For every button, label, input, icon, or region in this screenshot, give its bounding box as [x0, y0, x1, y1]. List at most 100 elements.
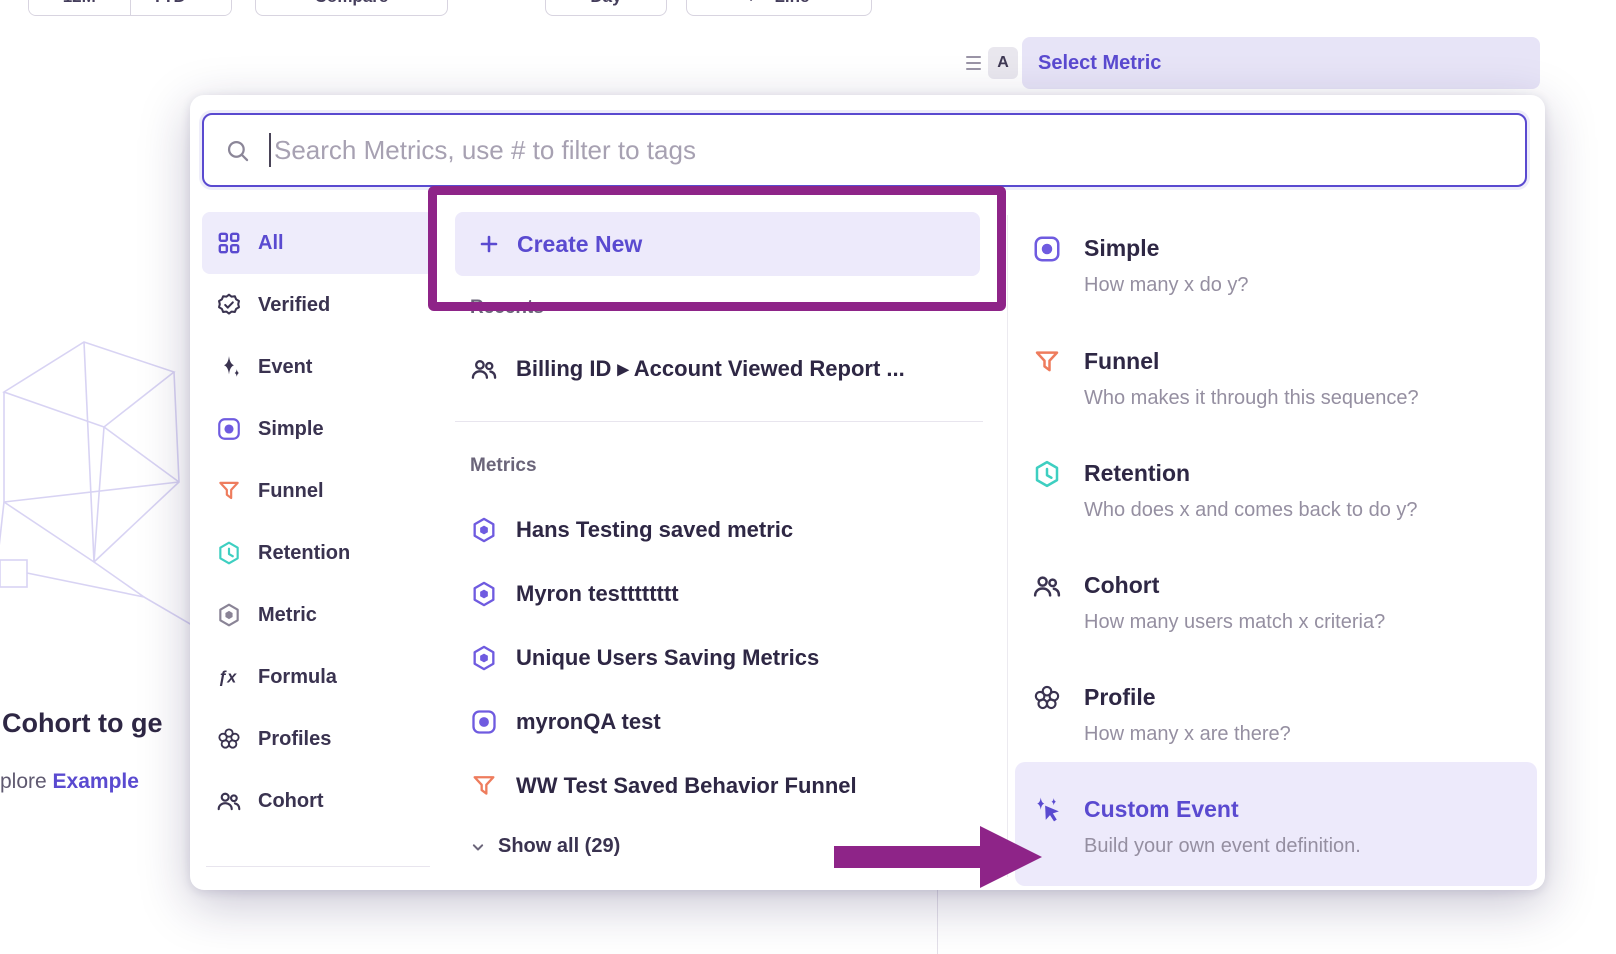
- range-ytd-button[interactable]: YTD: [130, 0, 232, 15]
- sidebar-item-funnel[interactable]: Funnel: [202, 460, 434, 522]
- cohort-people-icon: [216, 788, 242, 814]
- compare-button[interactable]: Compare: [255, 0, 448, 16]
- metric-type-cohort[interactable]: Cohort How many users match x criteria?: [1032, 570, 1532, 634]
- annotation-arrow-icon: [834, 821, 1046, 893]
- retention-icon: [216, 540, 242, 566]
- sidebar-item-verified[interactable]: Verified: [202, 274, 434, 336]
- sidebar-item-event[interactable]: Event: [202, 336, 434, 398]
- metric-type-title: Retention: [1084, 458, 1418, 488]
- sidebar-item-label: Cohort: [258, 790, 324, 813]
- list-item[interactable]: Hans Testing saved metric: [455, 498, 995, 562]
- chart-type-line-label: Line: [775, 0, 810, 7]
- sidebar-item-simple[interactable]: Simple: [202, 398, 434, 460]
- sidebar-item-retention[interactable]: Retention: [202, 522, 434, 584]
- sidebar-item-label: Verified: [258, 294, 330, 317]
- simple-metric-icon: [470, 708, 498, 736]
- sidebar-item-label: Simple: [258, 418, 324, 441]
- interval-day-button[interactable]: Day: [545, 0, 667, 16]
- select-metric-field[interactable]: Select Metric: [1022, 37, 1540, 89]
- sidebar-item-label: All: [258, 232, 284, 255]
- metric-type-funnel[interactable]: Funnel Who makes it through this sequenc…: [1032, 346, 1532, 410]
- list-item[interactable]: Unique Users Saving Metrics: [455, 626, 995, 690]
- sidebar-item-cut-off[interactable]: [202, 875, 434, 890]
- profiles-flower-icon: [1032, 683, 1062, 713]
- column-divider: [1007, 215, 1008, 877]
- list-item-label: Myron testttttttt: [516, 581, 679, 607]
- metric-type-subtitle: Who does x and comes back to do y?: [1084, 499, 1418, 522]
- recent-item[interactable]: Billing ID ▸ Account Viewed Report ...: [470, 345, 905, 393]
- metric-type-subtitle: How many x do y?: [1084, 274, 1249, 297]
- search-placeholder: Search Metrics, use # to filter to tags: [274, 135, 696, 166]
- list-item[interactable]: WW Test Saved Behavior Funnel: [455, 754, 995, 818]
- saved-metrics-list: Hans Testing saved metric Myron testtttt…: [455, 498, 995, 818]
- list-item-label: myronQA test: [516, 709, 661, 735]
- explore-prefix: plore: [0, 770, 53, 793]
- cohort-people-icon: [470, 355, 498, 383]
- profiles-flower-icon: [216, 726, 242, 752]
- metric-type-title: Cohort: [1084, 570, 1385, 600]
- panel-divider: [937, 888, 938, 954]
- metric-hexagon-icon: [470, 580, 498, 608]
- funnel-icon: [470, 772, 498, 800]
- drag-handle-icon[interactable]: [966, 56, 981, 74]
- explore-line: plore Example: [0, 770, 139, 794]
- example-reports-link[interactable]: Example: [53, 770, 139, 793]
- show-all-button[interactable]: Show all (29): [468, 835, 620, 858]
- metrics-heading: Metrics: [470, 455, 537, 477]
- metric-type-title: Profile: [1084, 682, 1291, 712]
- sidebar-item-profiles[interactable]: Profiles: [202, 708, 434, 770]
- metric-type-simple[interactable]: Simple How many x do y?: [1032, 233, 1532, 297]
- sidebar-divider: [206, 866, 430, 867]
- metric-hexagon-icon: [470, 644, 498, 672]
- range-ytd-label: YTD: [152, 0, 186, 7]
- list-item-label: WW Test Saved Behavior Funnel: [516, 773, 857, 799]
- formula-fx-icon: ƒx: [216, 664, 242, 690]
- sidebar-item-label: Event: [258, 356, 312, 379]
- metric-type-title: Custom Event: [1084, 794, 1361, 824]
- sidebar-item-all[interactable]: All: [202, 212, 434, 274]
- sidebar-item-label: Profiles: [258, 728, 331, 751]
- range-12m-button[interactable]: 12M: [29, 0, 130, 15]
- trend-line-icon: [749, 0, 765, 5]
- grid-icon: [216, 230, 242, 256]
- metric-type-title: Funnel: [1084, 346, 1419, 376]
- select-metric-placeholder: Select Metric: [1038, 52, 1161, 75]
- date-range-group: 12M YTD: [28, 0, 232, 16]
- metric-type-title: Simple: [1084, 233, 1249, 263]
- metric-hexagon-icon: [216, 602, 242, 628]
- show-all-label: Show all (29): [498, 835, 620, 858]
- funnel-icon: [1032, 347, 1062, 377]
- simple-metric-icon: [216, 416, 242, 442]
- chevron-down-icon: [194, 0, 210, 5]
- sidebar-item-label: Funnel: [258, 480, 324, 503]
- metric-type-subtitle: How many x are there?: [1084, 723, 1291, 746]
- sidebar-item-label: Retention: [258, 542, 350, 565]
- empty-state-heading: Cohort to ge: [2, 708, 162, 739]
- metric-type-retention[interactable]: Retention Who does x and comes back to d…: [1032, 458, 1532, 522]
- chart-type-line-button[interactable]: Line: [686, 0, 872, 16]
- list-item-label: Unique Users Saving Metrics: [516, 645, 819, 671]
- list-item-label: Hans Testing saved metric: [516, 517, 793, 543]
- list-item[interactable]: myronQA test: [455, 690, 995, 754]
- sidebar-item-formula[interactable]: ƒx Formula: [202, 646, 434, 708]
- interval-day-label: Day: [590, 0, 621, 7]
- text-cursor: [269, 133, 271, 167]
- metric-type-custom-event[interactable]: Custom Event Build your own event defini…: [1032, 794, 1532, 858]
- sidebar-item-cohort[interactable]: Cohort: [202, 770, 434, 832]
- metric-type-profile[interactable]: Profile How many x are there?: [1032, 682, 1532, 746]
- simple-metric-icon: [1032, 234, 1062, 264]
- retention-icon: [1032, 459, 1062, 489]
- search-input[interactable]: Search Metrics, use # to filter to tags: [202, 113, 1527, 187]
- metric-hexagon-icon: [470, 516, 498, 544]
- wireframe-illustration: [0, 330, 204, 660]
- cohort-people-icon: [1032, 571, 1062, 601]
- chevron-down-icon: [468, 837, 488, 857]
- sidebar-item-metric[interactable]: Metric: [202, 584, 434, 646]
- event-spark-icon: [216, 354, 242, 380]
- category-sidebar: All Verified Event Simple Funnel Retenti…: [202, 212, 434, 890]
- sidebar-item-label: Formula: [258, 666, 337, 689]
- series-badge: A: [988, 47, 1018, 79]
- annotation-rectangle: [428, 186, 1006, 311]
- metric-type-subtitle: How many users match x criteria?: [1084, 611, 1385, 634]
- list-item[interactable]: Myron testttttttt: [455, 562, 995, 626]
